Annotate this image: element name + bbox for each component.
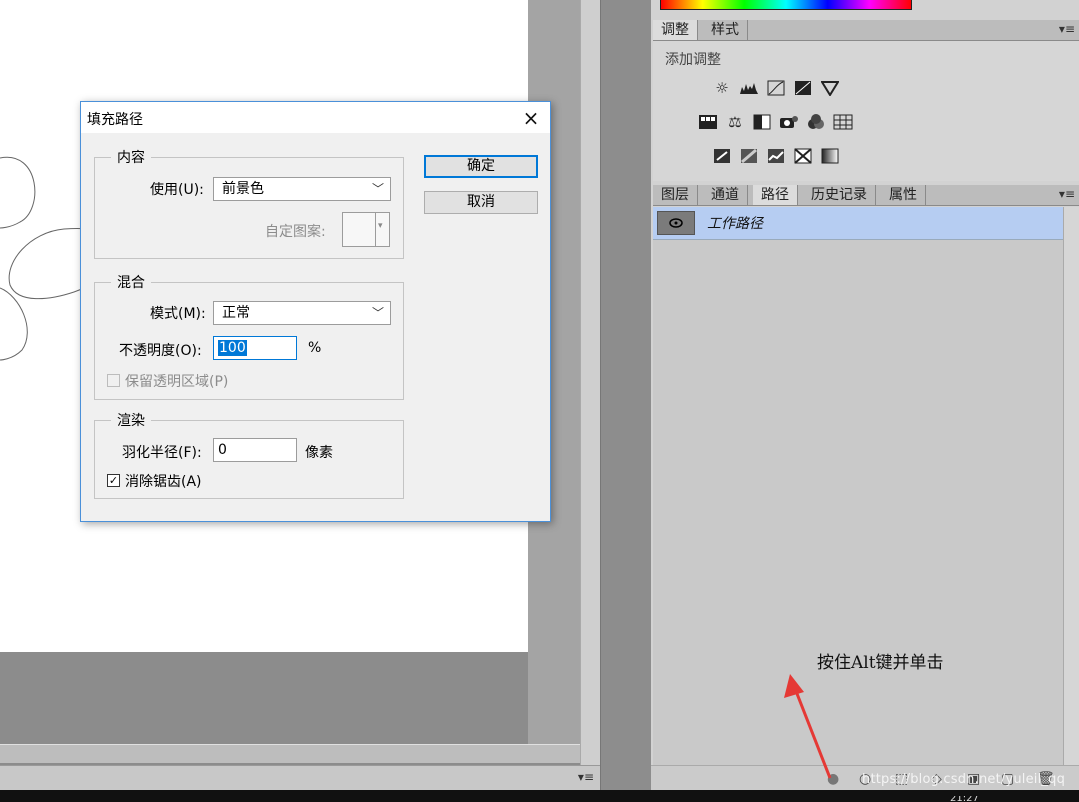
paths-scrollbar[interactable]: [1063, 207, 1079, 765]
use-select[interactable]: 前景色 ﹀: [213, 177, 391, 201]
canvas-bottom-panel-bar: ▾≡: [0, 765, 600, 791]
vibrance-icon[interactable]: [820, 79, 840, 97]
path-thumbnail[interactable]: [657, 211, 695, 235]
color-lookup-icon[interactable]: [833, 113, 853, 131]
invert-icon[interactable]: [712, 147, 732, 165]
custom-pattern-picker[interactable]: ▾: [342, 212, 390, 247]
tab-adjustments[interactable]: 调整: [653, 20, 698, 40]
ok-button[interactable]: 确定: [424, 155, 538, 178]
use-label: 使用(U):: [150, 182, 204, 198]
tab-styles[interactable]: 样式: [703, 20, 748, 40]
dialog-titlebar[interactable]: [81, 102, 550, 133]
paths-list: [653, 207, 1063, 765]
selective-color-icon[interactable]: [793, 147, 813, 165]
panel-menu-icon[interactable]: ▾≡: [1059, 22, 1075, 36]
panel-menu-icon[interactable]: ▾≡: [1059, 187, 1075, 201]
opacity-label: 不透明度(O):: [119, 343, 202, 359]
horizontal-scrollbar[interactable]: [0, 744, 580, 763]
threshold-icon[interactable]: [766, 147, 786, 165]
fill-path-dialog: 填充路径 × 内容 使用(U): 前景色 ﹀ 自定图案: ▾ 混合 模式(M):…: [80, 101, 551, 522]
panel-dock-column: [600, 0, 651, 790]
feather-input[interactable]: 0: [213, 438, 297, 462]
tab-layers[interactable]: 图层: [653, 185, 698, 205]
content-group-legend: 内容: [117, 150, 145, 166]
tab-history[interactable]: 历史记录: [803, 185, 876, 205]
feather-unit: 像素: [305, 445, 333, 461]
color-spectrum-bar[interactable]: [660, 0, 912, 10]
feather-value: 0: [218, 442, 227, 458]
adjustments-tabbar: 调整 样式 ▾≡: [653, 20, 1079, 41]
tab-channels[interactable]: 通道: [703, 185, 748, 205]
add-adjustment-label: 添加调整: [665, 52, 721, 68]
photo-filter-icon[interactable]: [779, 113, 799, 131]
watermark: https://blog.csdn.net/yuleil_qq: [862, 772, 1066, 787]
close-icon[interactable]: ×: [516, 105, 546, 131]
hue-saturation-icon[interactable]: [698, 113, 718, 131]
path-shape-icon: [669, 218, 683, 228]
preserve-transparency-checkbox[interactable]: [107, 374, 120, 387]
brightness-icon[interactable]: ☼: [712, 79, 732, 97]
chevron-down-icon: ▾: [378, 221, 383, 231]
opacity-input[interactable]: 100: [213, 336, 297, 360]
mode-label: 模式(M):: [150, 306, 206, 322]
exposure-icon[interactable]: [793, 79, 813, 97]
blend-group-legend: 混合: [117, 275, 145, 291]
opacity-value: 100: [218, 340, 247, 356]
taskbar: [0, 790, 1079, 802]
custom-pattern-label: 自定图案:: [265, 224, 326, 240]
mode-select-value: 正常: [222, 305, 250, 321]
chevron-down-icon: ﹀: [371, 306, 384, 320]
black-white-icon[interactable]: [752, 113, 772, 131]
mode-select[interactable]: 正常 ﹀: [213, 301, 391, 325]
panel-menu-icon[interactable]: ▾≡: [578, 770, 594, 784]
opacity-unit: %: [308, 340, 322, 356]
curves-icon[interactable]: [766, 79, 786, 97]
layers-tabbar: 图层 通道 路径 历史记录 属性 ▾≡: [653, 185, 1079, 206]
antialias-label: 消除锯齿(A): [125, 474, 202, 490]
render-group-legend: 渲染: [117, 413, 145, 429]
adjustment-icon-row-1: ☼: [712, 79, 840, 97]
adjustment-icon-row-3: [712, 147, 840, 165]
tab-properties[interactable]: 属性: [881, 185, 926, 205]
preserve-transparency-label: 保留透明区域(P): [125, 374, 229, 390]
channel-mixer-icon[interactable]: [806, 113, 826, 131]
use-select-value: 前景色: [222, 181, 264, 197]
clock: 21:27: [950, 796, 979, 802]
posterize-icon[interactable]: [739, 147, 759, 165]
annotation-arrow: [784, 674, 832, 779]
levels-icon[interactable]: [739, 79, 759, 97]
cancel-button[interactable]: 取消: [424, 191, 538, 214]
gradient-map-icon[interactable]: [820, 147, 840, 165]
path-name[interactable]: 工作路径: [707, 213, 763, 233]
vertical-scrollbar[interactable]: [580, 0, 601, 765]
dialog-title: 填充路径: [87, 112, 143, 128]
chevron-down-icon: ﹀: [371, 182, 384, 196]
tab-paths[interactable]: 路径: [753, 185, 798, 205]
antialias-checkbox[interactable]: ✓: [107, 474, 120, 487]
color-balance-icon[interactable]: ⚖: [725, 113, 745, 131]
adjustment-icon-row-2: ⚖: [698, 113, 853, 131]
feather-label: 羽化半径(F):: [122, 445, 202, 461]
